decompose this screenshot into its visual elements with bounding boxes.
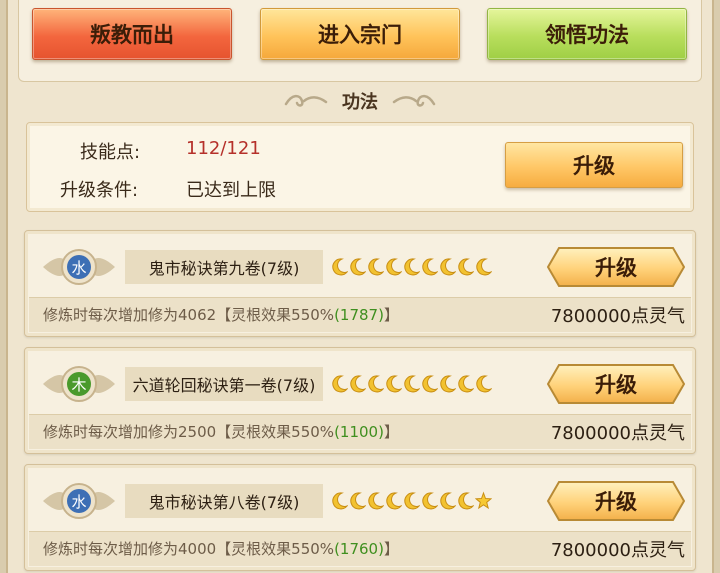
skill-points-label: 技能点: [80, 142, 141, 163]
crescent-moon-icon [350, 492, 366, 510]
crescent-moon-icon [332, 375, 348, 393]
upgrade-cost: 7800000点灵气 [550, 306, 685, 327]
crescent-moon-icon [332, 258, 348, 276]
crescent-moon-icon [404, 258, 420, 276]
technique-description: 修炼时每次增加修为2500【灵根效果550%(1100)】 [43, 423, 399, 441]
crescent-moon-icon [368, 375, 384, 393]
technique-upgrade-button[interactable]: 升级 [547, 247, 685, 287]
comprehend-technique-button[interactable]: 领悟功法 [487, 8, 687, 60]
svg-text:木: 木 [71, 376, 86, 394]
crescent-moon-icon [458, 258, 474, 276]
upgrade-condition-label: 升级条件: [60, 180, 139, 201]
technique-upgrade-button[interactable]: 升级 [547, 481, 685, 521]
technique-upgrade-label: 升级 [595, 490, 637, 514]
technique-upgrade-button[interactable]: 升级 [547, 364, 685, 404]
technique-upgrade-label: 升级 [595, 256, 637, 280]
water-element-icon: 水 [43, 483, 115, 519]
section-title: 功法 [342, 92, 378, 113]
technique-name: 六道轮回秘诀第一卷(7级) [125, 367, 323, 401]
rebel-sect-button[interactable]: 叛教而出 [32, 8, 232, 60]
star-icon [475, 491, 492, 510]
crescent-moon-icon [386, 375, 402, 393]
bonus-value: (1787) [334, 306, 384, 324]
level-moons [331, 374, 492, 394]
technique-name: 鬼市秘诀第八卷(7级) [125, 484, 323, 518]
technique-card: 木 六道轮回秘诀第一卷(7级) 升级 修炼时每次增加修为2500【灵根效果550… [24, 347, 696, 454]
crescent-moon-icon [440, 375, 456, 393]
crescent-moon-icon [386, 492, 402, 510]
technique-card: 水 鬼市秘诀第九卷(7级) 升级 修炼时每次增加修为4062【灵根效果550%(… [24, 230, 696, 337]
crescent-moon-icon [386, 258, 402, 276]
upgrade-cost: 7800000点灵气 [550, 423, 685, 444]
technique-upgrade-label: 升级 [595, 373, 637, 397]
technique-description: 修炼时每次增加修为4062【灵根效果550%(1787)】 [43, 306, 399, 324]
technique-name: 鬼市秘诀第九卷(7级) [125, 250, 323, 284]
skill-upgrade-button[interactable]: 升级 [505, 142, 683, 188]
crescent-moon-icon [440, 258, 456, 276]
crescent-moon-icon [368, 258, 384, 276]
level-moons [331, 491, 492, 511]
technique-card: 水 鬼市秘诀第八卷(7级) 升级 修炼时每次增加修为4000【灵根效果550%(… [24, 464, 696, 571]
svg-text:水: 水 [71, 493, 86, 511]
crescent-moon-icon [404, 492, 420, 510]
wood-element-icon: 木 [43, 366, 115, 402]
crescent-moon-icon [440, 492, 456, 510]
upgrade-cost: 7800000点灵气 [550, 540, 685, 561]
crescent-moon-icon [404, 375, 420, 393]
crescent-moon-icon [422, 492, 438, 510]
level-moons [331, 257, 492, 277]
crescent-moon-icon [422, 375, 438, 393]
bonus-value: (1100) [334, 423, 384, 441]
cloud-ornament-left-icon [284, 94, 328, 107]
technique-description: 修炼时每次增加修为4000【灵根效果550%(1760)】 [43, 540, 399, 558]
crescent-moon-icon [476, 258, 492, 276]
water-element-icon: 水 [43, 249, 115, 285]
crescent-moon-icon [368, 492, 384, 510]
enter-sect-button[interactable]: 进入宗门 [260, 8, 460, 60]
crescent-moon-icon [476, 375, 492, 393]
cloud-ornament-right-icon [392, 94, 436, 107]
skill-points-value: 112/121 [186, 138, 261, 159]
crescent-moon-icon [422, 258, 438, 276]
svg-text:水: 水 [71, 259, 86, 277]
crescent-moon-icon [458, 492, 474, 510]
crescent-moon-icon [350, 375, 366, 393]
crescent-moon-icon [350, 258, 366, 276]
crescent-moon-icon [458, 375, 474, 393]
bonus-value: (1760) [334, 540, 384, 558]
section-header: 功法 [0, 88, 720, 114]
upgrade-condition-value: 已达到上限 [186, 180, 276, 201]
crescent-moon-icon [332, 492, 348, 510]
